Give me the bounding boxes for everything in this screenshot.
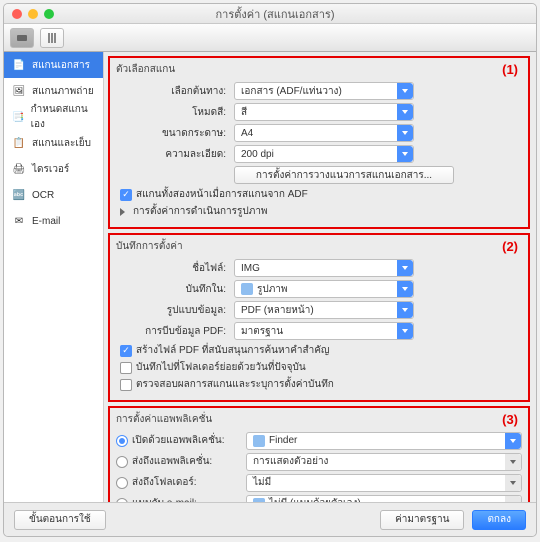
resolution-label: ความละเอียด: xyxy=(116,147,234,162)
checkresult-checkbox[interactable] xyxy=(120,379,132,391)
savein-value: รูปภาพ xyxy=(257,282,288,297)
stitch-icon: 📋 xyxy=(12,136,26,150)
sidebar-item-email[interactable]: ✉ E-mail xyxy=(4,208,103,234)
color-select[interactable]: สี xyxy=(234,103,414,121)
size-label: ขนาดกระดาษ: xyxy=(116,126,234,141)
mail-select[interactable]: ไม่มี (แนบด้วยตัวเอง) xyxy=(246,495,522,503)
content: (1) ตัวเลือกสแกน เลือกต้นทาง:เอกสาร (ADF… xyxy=(104,52,536,502)
section-number: (3) xyxy=(502,412,518,427)
email-icon: ✉ xyxy=(12,214,26,228)
sidebar-item-scan-photo[interactable]: 🖼 สแกนภาพถ่าย xyxy=(4,78,103,104)
sidebar-item-scan-stitch[interactable]: 📋 สแกนและเย็บ xyxy=(4,130,103,156)
filename-label: ชื่อไฟล์: xyxy=(116,261,234,276)
radio-send-folder[interactable] xyxy=(116,477,128,489)
disclosure-icon[interactable] xyxy=(120,208,125,216)
folder-icon xyxy=(241,283,253,295)
compress-label: การบีบข้อมูล PDF: xyxy=(116,324,234,339)
sidebar-item-label: สแกนภาพถ่าย xyxy=(32,84,94,99)
pdf-search-checkbox[interactable] xyxy=(120,345,132,357)
sidebar-item-custom-scan[interactable]: 📑 กำหนดสแกนเอง xyxy=(4,104,103,130)
section-save-settings: (2) บันทึกการตั้งค่า ชื่อไฟล์:IMG บันทึก… xyxy=(108,233,530,402)
section-title: ตัวเลือกสแกน xyxy=(116,62,522,77)
image-proc-link[interactable]: การตั้งค่าการดำเนินการรูปภาพ xyxy=(133,204,268,219)
ocr-icon: 🔤 xyxy=(12,188,26,202)
source-select[interactable]: เอกสาร (ADF/แท่นวาง) xyxy=(234,82,414,100)
toolbar-scan-icon[interactable] xyxy=(10,28,34,48)
adf-checkbox[interactable] xyxy=(120,189,132,201)
size-select[interactable]: A4 xyxy=(234,124,414,142)
defaults-button[interactable]: ค่ามาตรฐาน xyxy=(380,510,464,530)
instructions-button[interactable]: ขั้นตอนการใช้ xyxy=(14,510,106,530)
subfolder-label: บันทึกไปที่โฟลเดอร์ย่อยด้วยวันที่ปัจจุบั… xyxy=(136,360,306,375)
document-icon: 📄 xyxy=(12,58,26,72)
minimize-icon[interactable] xyxy=(28,9,38,19)
radio-send-label: ส่งถึงแอพพลิเคชั่น: xyxy=(132,454,212,469)
adf-label: สแกนทั้งสองหน้าเมื่อการสแกนจาก ADF xyxy=(136,187,308,202)
sidebar-item-label: OCR xyxy=(32,190,54,201)
radio-open-label: เปิดด้วยแอพพลิเคชั่น: xyxy=(132,433,225,448)
format-select[interactable]: PDF (หลายหน้า) xyxy=(234,301,414,319)
custom-icon: 📑 xyxy=(12,110,25,124)
subfolder-checkbox[interactable] xyxy=(120,362,132,374)
compress-select[interactable]: มาตรฐาน xyxy=(234,322,414,340)
source-label: เลือกต้นทาง: xyxy=(116,84,234,99)
open-app-select[interactable]: Finder xyxy=(246,432,522,450)
color-label: โหมดสี: xyxy=(116,105,234,120)
section-scan-options: (1) ตัวเลือกสแกน เลือกต้นทาง:เอกสาร (ADF… xyxy=(108,56,530,229)
photo-icon: 🖼 xyxy=(12,84,26,98)
resolution-select[interactable]: 200 dpi xyxy=(234,145,414,163)
sidebar-item-scan-doc[interactable]: 📄 สแกนเอกสาร xyxy=(4,52,103,78)
sidebar-item-label: ไดรเวอร์ xyxy=(32,162,69,177)
toolbar xyxy=(4,24,536,52)
savein-select[interactable]: รูปภาพ xyxy=(234,280,414,298)
radio-folder-label: ส่งถึงโฟลเดอร์: xyxy=(132,475,197,490)
pdf-search-label: สร้างไฟล์ PDF ที่สนับสนุนการค้นหาคำสำคัญ xyxy=(136,343,329,358)
ok-button[interactable]: ตกลง xyxy=(472,510,526,530)
radio-open-app[interactable] xyxy=(116,435,128,447)
sidebar: 📄 สแกนเอกสาร 🖼 สแกนภาพถ่าย 📑 กำหนดสแกนเอง 📋… xyxy=(4,52,104,502)
titlebar: การตั้งค่า (สแกนเอกสาร) xyxy=(4,4,536,24)
section-title: การตั้งค่าแอพพลิเคชั่น xyxy=(116,412,522,427)
send-folder-select[interactable]: ไม่มี xyxy=(246,474,522,492)
orientation-button[interactable]: การตั้งค่าการวางแนวการสแกนเอกสาร... xyxy=(234,166,454,184)
sidebar-item-label: สแกนและเย็บ xyxy=(32,136,91,151)
section-number: (1) xyxy=(502,62,518,77)
radio-send-app[interactable] xyxy=(116,456,128,468)
finder-icon xyxy=(253,435,265,447)
checkresult-label: ตรวจสอบผลการสแกนและระบุการตั้งค่าบันทึก xyxy=(136,377,334,392)
section-number: (2) xyxy=(502,239,518,254)
close-icon[interactable] xyxy=(12,9,22,19)
format-label: รูปแบบข้อมูล: xyxy=(116,303,234,318)
driver-icon: 🖨 xyxy=(12,162,26,176)
send-app-select[interactable]: การแสดงตัวอย่าง xyxy=(246,453,522,471)
sidebar-item-label: สแกนเอกสาร xyxy=(32,58,90,73)
filename-input[interactable]: IMG xyxy=(234,259,414,277)
sidebar-item-ocr[interactable]: 🔤 OCR xyxy=(4,182,103,208)
toolbar-settings-icon[interactable] xyxy=(40,28,64,48)
zoom-icon[interactable] xyxy=(44,9,54,19)
open-app-value: Finder xyxy=(269,435,297,446)
savein-label: บันทึกใน: xyxy=(116,282,234,297)
footer: ขั้นตอนการใช้ ค่ามาตรฐาน ตกลง xyxy=(4,502,536,536)
sidebar-item-label: กำหนดสแกนเอง xyxy=(31,102,95,132)
sidebar-item-label: E-mail xyxy=(32,216,60,227)
section-title: บันทึกการตั้งค่า xyxy=(116,239,522,254)
sidebar-item-driver[interactable]: 🖨 ไดรเวอร์ xyxy=(4,156,103,182)
window-title: การตั้งค่า (สแกนเอกสาร) xyxy=(54,5,536,23)
section-app-settings: (3) การตั้งค่าแอพพลิเคชั่น เปิดด้วยแอพพล… xyxy=(108,406,530,502)
